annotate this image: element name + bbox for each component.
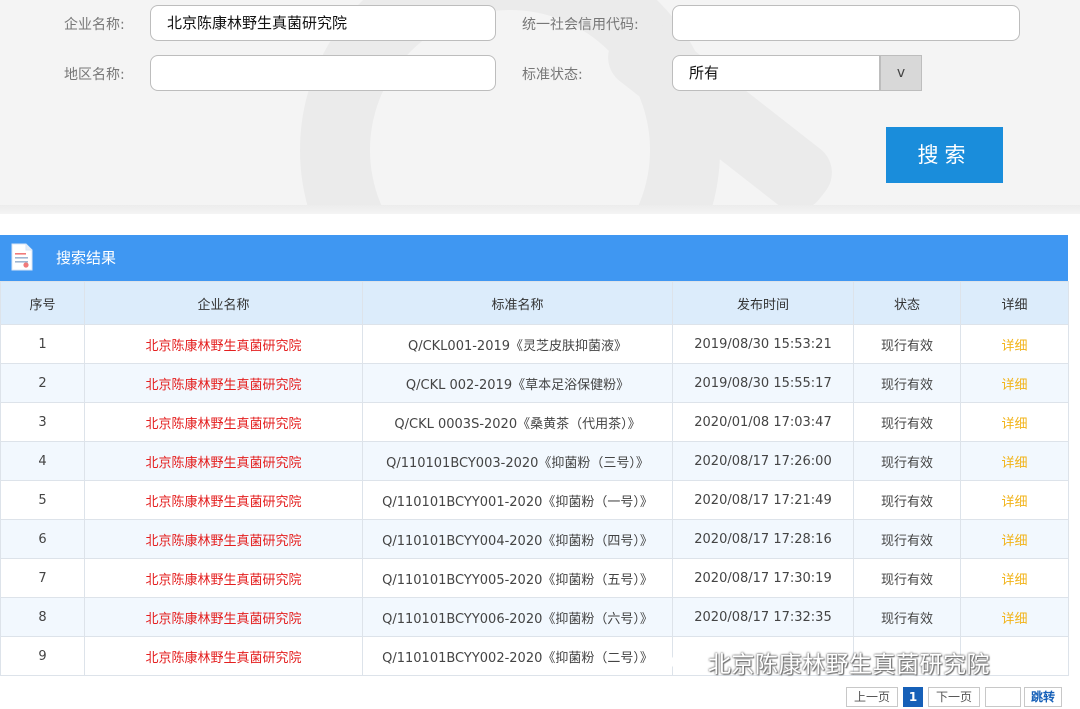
table-row: 2 北京陈康林野生真菌研究院 Q/CKL 002-2019《草本足浴保健粉》 2… — [0, 363, 1069, 403]
column-header-status: 状态 — [853, 281, 961, 325]
row-number: 3 — [0, 402, 85, 442]
table-row: 6 北京陈康林野生真菌研究院 Q/110101BCYY004-2020《抑菌粉（… — [0, 519, 1069, 559]
publish-date-cell: 2020/01/08 17:03:47 — [672, 402, 854, 442]
company-name-cell: 北京陈康林野生真菌研究院 — [84, 636, 363, 676]
standard-status-select[interactable]: 所有 — [672, 55, 880, 91]
status-cell: 现行有效 — [853, 519, 961, 559]
search-button[interactable]: 搜索 — [886, 127, 1003, 183]
detail-link[interactable]: 详细 — [960, 402, 1069, 442]
standard-name-cell: Q/110101BCYY005-2020《抑菌粉（五号）》 — [362, 558, 673, 598]
standard-name-cell: Q/110101BCYY006-2020《抑菌粉（六号）》 — [362, 597, 673, 637]
status-cell: 现行有效 — [853, 480, 961, 520]
detail-link[interactable]: 详细 — [960, 519, 1069, 559]
status-cell: 现行有效 — [853, 402, 961, 442]
chevron-down-icon[interactable]: v — [880, 55, 922, 91]
detail-link[interactable]: 详细 — [960, 324, 1069, 364]
row-number: 5 — [0, 480, 85, 520]
publish-date-cell: 2020/08/17 17:28:16 — [672, 519, 854, 559]
region-name-label: 地区名称: — [64, 67, 125, 83]
table-row: 4 北京陈康林野生真菌研究院 Q/110101BCY003-2020《抑菌粉（三… — [0, 441, 1069, 481]
column-header-no: 序号 — [0, 281, 85, 325]
company-name-cell: 北京陈康林野生真菌研究院 — [84, 324, 363, 364]
table-row: 5 北京陈康林野生真菌研究院 Q/110101BCYY001-2020《抑菌粉（… — [0, 480, 1069, 520]
region-name-input[interactable] — [150, 55, 496, 91]
standard-name-cell: Q/110101BCY003-2020《抑菌粉（三号）》 — [362, 441, 673, 481]
row-number: 6 — [0, 519, 85, 559]
column-header-company: 企业名称 — [84, 281, 363, 325]
row-number: 2 — [0, 363, 85, 403]
publish-date-cell: 2020/08/17 17:26:00 — [672, 441, 854, 481]
company-name-cell: 北京陈康林野生真菌研究院 — [84, 441, 363, 481]
row-number: 1 — [0, 324, 85, 364]
column-header-date: 发布时间 — [672, 281, 854, 325]
detail-link[interactable]: 详细 — [960, 480, 1069, 520]
publish-date-cell: 2020/08/17 17:30:19 — [672, 558, 854, 598]
go-button[interactable]: 跳转 — [1024, 687, 1062, 707]
table-row: 1 北京陈康林野生真菌研究院 Q/CKL001-2019《灵芝皮肤抑菌液》 20… — [0, 324, 1069, 364]
table-header-row: 序号 企业名称 标准名称 发布时间 状态 详细 — [0, 281, 1069, 325]
company-name-cell: 北京陈康林野生真菌研究院 — [84, 519, 363, 559]
standard-name-cell: Q/110101BCYY002-2020《抑菌粉（二号）》 — [362, 636, 673, 676]
credit-code-input[interactable] — [672, 5, 1020, 41]
column-header-standard: 标准名称 — [362, 281, 673, 325]
standard-name-cell: Q/CKL 0003S-2020《桑黄茶（代用茶）》 — [362, 402, 673, 442]
panel-divider — [0, 205, 1080, 214]
status-cell: 现行有效 — [853, 597, 961, 637]
company-name-label: 企业名称: — [64, 17, 125, 33]
page-jump-input[interactable] — [985, 687, 1021, 707]
company-name-cell: 北京陈康林野生真菌研究院 — [84, 402, 363, 442]
document-icon — [11, 243, 33, 271]
table-row: 3 北京陈康林野生真菌研究院 Q/CKL 0003S-2020《桑黄茶（代用茶）… — [0, 402, 1069, 442]
results-table: 序号 企业名称 标准名称 发布时间 状态 详细 1 北京陈康林野生真菌研究院 Q… — [0, 281, 1069, 676]
status-cell: 现行有效 — [853, 363, 961, 403]
prev-page-button[interactable]: 上一页 — [846, 687, 898, 707]
publish-date-cell: 2020/08/17 17:32:35 — [672, 597, 854, 637]
standard-name-cell: Q/CKL 002-2019《草本足浴保健粉》 — [362, 363, 673, 403]
publish-date-cell: 2020/08/17 17:21:49 — [672, 480, 854, 520]
table-row: 8 北京陈康林野生真菌研究院 Q/110101BCYY006-2020《抑菌粉（… — [0, 597, 1069, 637]
company-name-cell: 北京陈康林野生真菌研究院 — [84, 558, 363, 598]
status-cell: 现行有效 — [853, 324, 961, 364]
wechat-icon — [671, 653, 701, 673]
detail-link[interactable]: 详细 — [960, 441, 1069, 481]
row-number: 7 — [0, 558, 85, 598]
company-name-input[interactable]: 北京陈康林野生真菌研究院 — [150, 5, 496, 41]
row-number: 4 — [0, 441, 85, 481]
company-name-cell: 北京陈康林野生真菌研究院 — [84, 363, 363, 403]
company-name-cell: 北京陈康林野生真菌研究院 — [84, 480, 363, 520]
results-header: 搜索结果 — [0, 235, 1068, 281]
publish-date-cell: 2019/08/30 15:53:21 — [672, 324, 854, 364]
watermark-text: 北京陈康林野生真菌研究院 — [708, 652, 990, 678]
table-row: 7 北京陈康林野生真菌研究院 Q/110101BCYY005-2020《抑菌粉（… — [0, 558, 1069, 598]
page-number-current[interactable]: 1 — [903, 687, 923, 707]
search-panel: 企业名称: 北京陈康林野生真菌研究院 统一社会信用代码: 地区名称: 标准状态:… — [0, 0, 1080, 214]
status-cell: 现行有效 — [853, 558, 961, 598]
detail-link[interactable]: 详细 — [960, 363, 1069, 403]
company-name-cell: 北京陈康林野生真菌研究院 — [84, 597, 363, 637]
standard-name-cell: Q/110101BCYY001-2020《抑菌粉（一号）》 — [362, 480, 673, 520]
detail-link[interactable]: 详细 — [960, 597, 1069, 637]
watermark: 北京陈康林野生真菌研究院 — [670, 645, 990, 679]
standard-status-label: 标准状态: — [522, 67, 583, 83]
standard-name-cell: Q/110101BCYY004-2020《抑菌粉（四号）》 — [362, 519, 673, 559]
detail-link[interactable]: 详细 — [960, 558, 1069, 598]
standard-name-cell: Q/CKL001-2019《灵芝皮肤抑菌液》 — [362, 324, 673, 364]
next-page-button[interactable]: 下一页 — [928, 687, 980, 707]
row-number: 9 — [0, 636, 85, 676]
publish-date-cell: 2019/08/30 15:55:17 — [672, 363, 854, 403]
status-cell: 现行有效 — [853, 441, 961, 481]
column-header-detail: 详细 — [960, 281, 1069, 325]
results-title: 搜索结果 — [56, 249, 117, 267]
credit-code-label: 统一社会信用代码: — [522, 17, 639, 33]
row-number: 8 — [0, 597, 85, 637]
